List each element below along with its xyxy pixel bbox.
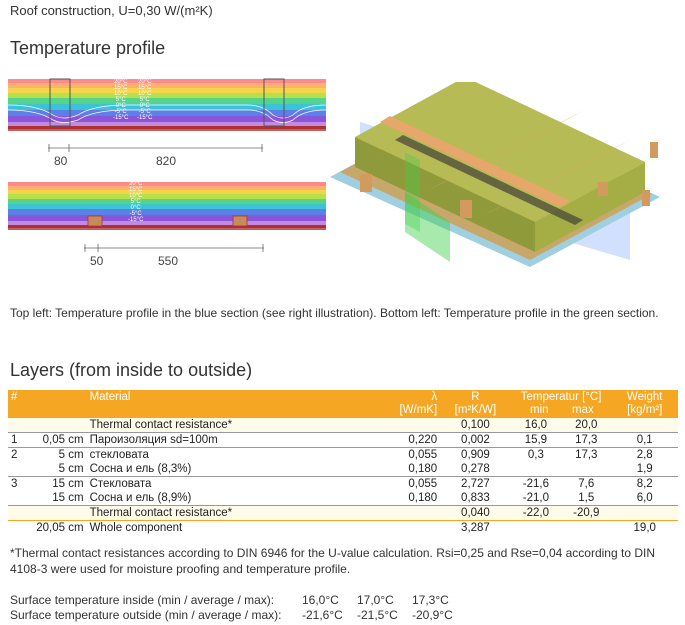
dimension-label: 80 <box>54 154 68 168</box>
temp-label: -15°C <box>113 115 129 121</box>
surface-value: -21,6°C <box>302 608 343 622</box>
layers-title: Layers (from inside to outside) <box>10 360 253 380</box>
surface-inside-label: Surface temperature inside (min / averag… <box>10 593 275 607</box>
roof-3d-illustration <box>330 82 660 267</box>
table-header-row: # Material λ [W/mK] R [m²K/W] Temperatur [… <box>8 390 678 418</box>
temperature-profile-blue-section <box>8 77 326 133</box>
column-header: λ [W/mK] <box>343 390 441 418</box>
surface-value: 17,0°C <box>357 593 394 607</box>
column-header: # <box>8 390 31 418</box>
surface-outside-label: Surface temperature outside (min / avera… <box>10 608 282 622</box>
surface-value: -20,9°C <box>412 608 453 622</box>
profile-caption: Top left: Temperature profile in the blu… <box>10 306 659 320</box>
dimension-label: 50 <box>90 254 104 268</box>
temperature-profile-title: Temperature profile <box>10 38 166 58</box>
dimension-label: 550 <box>158 254 179 268</box>
table-row: 15 cm Сосна и ель (8,9%) 0,180 0,833 -21… <box>52 492 653 504</box>
column-header: Weight [kg/m²] <box>611 390 678 418</box>
table-row: 5 cm Сосна и ель (8,3%) 0,180 0,278 1,9 <box>58 463 653 475</box>
temperature-profile-green-section <box>8 180 326 232</box>
table-row: 2 5 cm стекловата 0,055 0,909 0,3 17,3 2… <box>8 447 678 462</box>
dimension-label: 820 <box>156 154 177 168</box>
table-row: 3 15 cm Стекловата 0,055 2,727 -21,6 7,6… <box>8 476 678 491</box>
dimension-line-bottom <box>84 244 264 252</box>
surface-temp-inside: Surface temperature inside (min / averag… <box>10 593 467 607</box>
temp-label: -15°C <box>128 217 144 223</box>
dimension-line-top <box>48 144 263 152</box>
table-row: 1 0,05 cm Пароизоляция sd=100m 0,220 0,0… <box>8 432 678 448</box>
temp-label: -15°C <box>137 115 153 121</box>
column-header: Temperatur [°C] min max <box>510 390 612 418</box>
surface-temp-outside: Surface temperature outside (min / avera… <box>10 608 467 622</box>
layers-table: # Material λ [W/mK] R [m²K/W] Temperatur [… <box>8 390 678 535</box>
surface-value: 17,3°C <box>412 593 449 607</box>
surface-value: 16,0°C <box>302 593 339 607</box>
column-header <box>30 390 87 418</box>
page-subtitle: Roof construction, U=0,30 W/(m²K) <box>10 3 213 18</box>
table-row: Thermal contact resistance* 0,100 16,0 2… <box>8 418 678 433</box>
column-header: R [m²K/W] <box>440 390 511 418</box>
column-header: Material <box>86 390 344 418</box>
table-total-row: 20,05 cm Whole component 3,287 19,0 <box>8 520 678 535</box>
surface-value: -21,5°C <box>357 608 398 622</box>
table-row: Thermal contact resistance* 0,040 -22,0 … <box>8 505 678 521</box>
footnote: *Thermal contact resistances according t… <box>10 546 655 576</box>
